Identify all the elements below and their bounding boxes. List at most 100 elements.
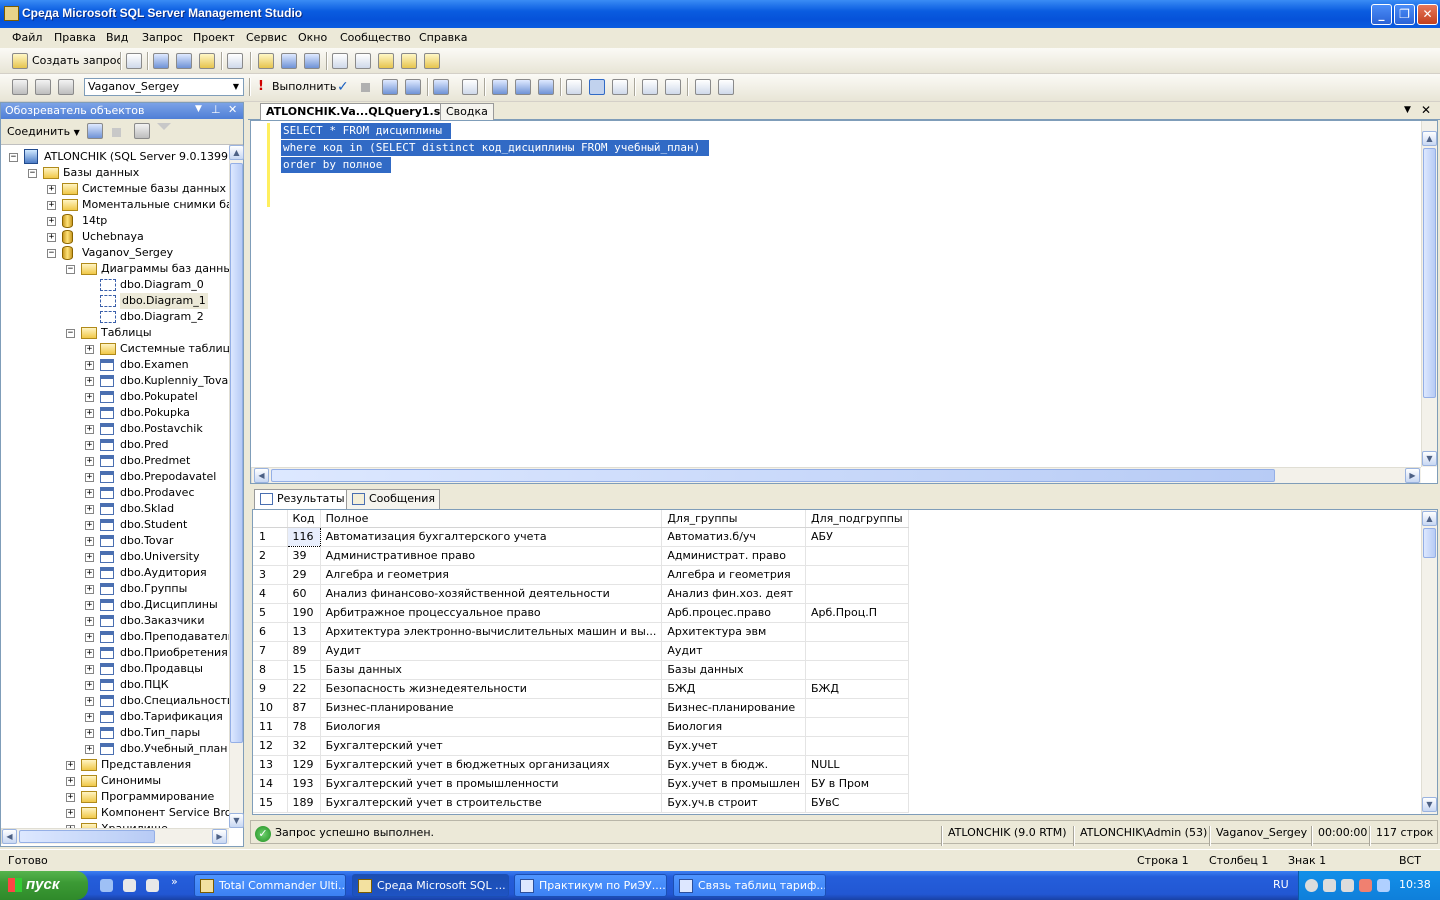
table-row[interactable]: 9 22 Безопасность жизнедеятельности БЖД БЖД: [253, 679, 909, 699]
expand-icon[interactable]: +: [85, 569, 94, 578]
table-node[interactable]: + dbo.University: [1, 549, 229, 565]
table-row[interactable]: 5 190 Арбитражное процессуальное право Арб.…: [253, 603, 909, 623]
collapse-icon[interactable]: −: [9, 153, 18, 162]
table-cell[interactable]: Автоматиз.б/уч: [661, 527, 806, 547]
expand-icon[interactable]: +: [85, 745, 94, 754]
table-node[interactable]: + dbo.Kuplenniy_Tovar: [1, 373, 229, 389]
table-node[interactable]: + dbo.Тип_пары: [1, 725, 229, 741]
table-cell[interactable]: Базы данных: [661, 660, 806, 680]
expand-icon[interactable]: +: [85, 425, 94, 434]
expand-icon[interactable]: +: [85, 553, 94, 562]
diagram-node[interactable]: dbo.Diagram_0: [1, 277, 229, 293]
table-row[interactable]: 4 60 Анализ финансово-хозяйственной деятел…: [253, 584, 909, 604]
table-node[interactable]: + dbo.Преподаватели: [1, 629, 229, 645]
table-cell[interactable]: [805, 584, 909, 604]
code-line-3[interactable]: order by полное: [281, 157, 391, 173]
table-cell[interactable]: 193: [287, 774, 321, 794]
table-cell[interactable]: Администрат. право: [661, 546, 806, 566]
system-tables-folder[interactable]: + Системные таблицы: [1, 341, 229, 357]
registered-servers-icon[interactable]: [332, 53, 348, 69]
table-cell[interactable]: 89: [287, 641, 321, 661]
table-cell[interactable]: Бух.учет в промышлен: [661, 774, 806, 794]
query-designer-icon[interactable]: [405, 79, 421, 95]
expand-icon[interactable]: +: [85, 601, 94, 610]
change-connection-icon[interactable]: [58, 79, 74, 95]
close-button[interactable]: ✕: [1417, 4, 1438, 25]
tray-expand-icon[interactable]: [1305, 879, 1318, 892]
table-cell[interactable]: 29: [287, 565, 321, 585]
tab-summary[interactable]: Сводка: [440, 103, 494, 120]
table-row[interactable]: 14 193 Бухгалтерский учет в промышленности…: [253, 774, 909, 794]
expand-icon[interactable]: +: [66, 809, 75, 818]
expand-icon[interactable]: +: [85, 345, 94, 354]
database-engine-query-icon[interactable]: [153, 53, 169, 69]
table-row[interactable]: 2 39 Административное право Администрат. пр…: [253, 546, 909, 566]
editor-scroll-down-icon[interactable]: ▼: [1422, 451, 1437, 466]
column-header[interactable]: Код: [287, 510, 321, 528]
editor-scroll-thumb[interactable]: [1423, 148, 1436, 398]
menu-window[interactable]: Окно: [298, 31, 327, 44]
menu-file[interactable]: Файл: [12, 31, 42, 44]
table-cell[interactable]: Анализ фин.хоз. деят: [661, 584, 806, 604]
table-row[interactable]: 1 116 Автоматизация бухгалтерского учета Ав…: [253, 526, 909, 547]
language-indicator[interactable]: RU: [1273, 878, 1289, 891]
refresh-icon[interactable]: [134, 123, 150, 139]
table-row[interactable]: 8 15 Базы данных Базы данных: [253, 660, 909, 680]
table-node[interactable]: + dbo.Дисциплины: [1, 597, 229, 613]
results-toggle-icon[interactable]: [612, 79, 628, 95]
table-cell[interactable]: Алгебра и геометрия: [320, 565, 663, 585]
storage-folder[interactable]: +Хранилище: [1, 821, 229, 828]
synonyms-folder[interactable]: + Синонимы: [1, 773, 229, 789]
table-cell[interactable]: 78: [287, 717, 321, 737]
menu-query[interactable]: Запрос: [142, 31, 183, 44]
table-cell[interactable]: [805, 641, 909, 661]
expand-icon[interactable]: +: [85, 681, 94, 690]
expand-icon[interactable]: +: [47, 185, 56, 194]
uncomment-lines-icon[interactable]: [665, 79, 681, 95]
table-node[interactable]: + dbo.Продавцы: [1, 661, 229, 677]
column-header[interactable]: Для_подгруппы: [805, 510, 909, 528]
table-cell[interactable]: АБУ: [805, 527, 909, 547]
editor-hscroll-thumb[interactable]: [271, 469, 1275, 482]
expand-icon[interactable]: +: [66, 761, 75, 770]
analysis-query-icon[interactable]: [176, 53, 192, 69]
collapse-icon[interactable]: −: [28, 169, 37, 178]
save-icon[interactable]: [281, 53, 297, 69]
table-node[interactable]: + dbo.Группы: [1, 581, 229, 597]
table-node[interactable]: + dbo.Sklad: [1, 501, 229, 517]
table-cell[interactable]: БУвС: [805, 793, 909, 813]
oe-disconnect-icon[interactable]: [87, 123, 103, 139]
grid-scroll-down-icon[interactable]: ▼: [1422, 797, 1437, 812]
tree-horizontal-scrollbar[interactable]: ◀ ▶: [1, 828, 229, 844]
decrease-indent-icon[interactable]: [695, 79, 711, 95]
table-node[interactable]: + dbo.Тарификация: [1, 709, 229, 725]
network-icon[interactable]: [1341, 879, 1354, 892]
menu-edit[interactable]: Правка: [54, 31, 96, 44]
expand-icon[interactable]: +: [85, 457, 94, 466]
snapshots-folder[interactable]: + Моментальные снимки базы: [1, 197, 229, 213]
table-cell[interactable]: [805, 717, 909, 737]
code-line-2[interactable]: where код in (SELECT distinct код_дисцип…: [281, 140, 709, 156]
editor-horizontal-scrollbar[interactable]: ◀ ▶: [251, 467, 1421, 483]
table-cell[interactable]: БЖД: [661, 679, 806, 699]
table-cell[interactable]: Аудит: [320, 641, 663, 661]
new-query-button[interactable]: Создать запрос: [12, 52, 127, 70]
close-tab-icon[interactable]: ✕: [1421, 103, 1431, 117]
editor-scroll-right-icon[interactable]: ▶: [1405, 468, 1420, 483]
quicklaunch-icon[interactable]: [123, 879, 136, 892]
pin-icon[interactable]: ⊥: [211, 103, 221, 116]
include-actual-plan-icon[interactable]: [492, 79, 508, 95]
programming-folder[interactable]: + Программирование: [1, 789, 229, 805]
tab-query[interactable]: ATLONCHIK.Va...QLQuery1.sql*: [260, 103, 464, 120]
table-node[interactable]: + dbo.Tovar: [1, 533, 229, 549]
editor-scroll-left-icon[interactable]: ◀: [254, 468, 269, 483]
table-cell[interactable]: [805, 622, 909, 642]
system-databases-folder[interactable]: + Системные базы данных: [1, 181, 229, 197]
collapse-icon[interactable]: −: [66, 329, 75, 338]
tables-folder[interactable]: − Таблицы: [1, 325, 229, 341]
expand-icon[interactable]: +: [85, 697, 94, 706]
network-icon[interactable]: [1323, 879, 1336, 892]
table-row[interactable]: 10 87 Бизнес-планирование Бизнес-планирован…: [253, 698, 909, 718]
grid-scroll-thumb[interactable]: [1423, 528, 1436, 558]
tab-messages[interactable]: Сообщения: [346, 489, 441, 509]
